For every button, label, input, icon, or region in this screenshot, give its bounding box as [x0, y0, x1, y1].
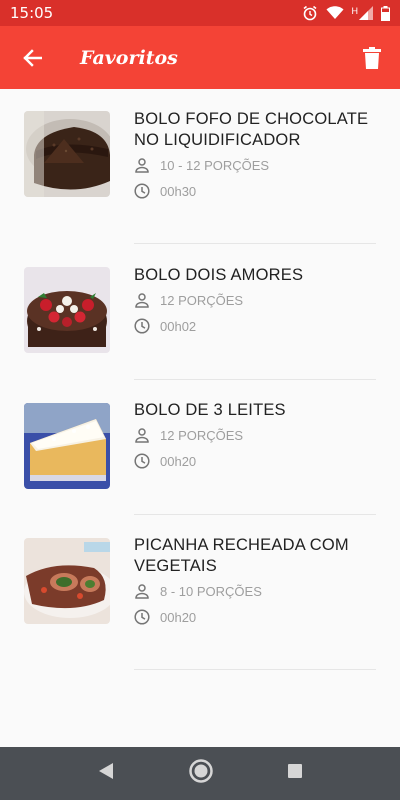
- status-bar: 15:05 H: [0, 0, 400, 26]
- alarm-icon: [303, 5, 316, 21]
- battery-icon: [381, 5, 390, 21]
- delete-button[interactable]: [344, 26, 400, 89]
- servings-text: 12 PORÇÕES: [160, 427, 244, 443]
- triangle-back-icon: [98, 763, 113, 779]
- divider: [134, 243, 376, 244]
- recipe-title: PICANHA RECHEADA COM VEGETAIS: [134, 536, 349, 575]
- signal-icon: [359, 6, 373, 20]
- wifi-icon: [326, 6, 343, 19]
- servings-row: 12 PORÇÕES: [134, 292, 243, 308]
- time-row: 00h30: [134, 183, 196, 199]
- person-icon: [135, 158, 149, 173]
- servings-text: 12 PORÇÕES: [160, 292, 244, 308]
- time-text: 00h20: [160, 609, 197, 625]
- person-icon: [135, 293, 149, 308]
- servings-text: 8 - 10 PORÇÕES: [160, 583, 262, 599]
- recipe-title: BOLO DOIS AMORES: [134, 266, 304, 284]
- time-text: 00h30: [160, 183, 197, 199]
- divider: [134, 379, 376, 380]
- recipe-thumbnail: [24, 111, 110, 197]
- time-row: 00h20: [134, 609, 196, 625]
- servings-row: 10 - 12 PORÇÕES: [134, 157, 269, 173]
- back-button[interactable]: [4, 26, 60, 89]
- recipe-thumbnail: [24, 538, 110, 624]
- status-time: 15:05: [10, 4, 54, 22]
- nav-back-button[interactable]: [97, 762, 115, 785]
- app-bar: Favoritos: [0, 26, 400, 89]
- arrow-left-icon: [23, 48, 42, 67]
- status-icons: H: [302, 5, 390, 21]
- servings-row: 8 - 10 PORÇÕES: [134, 583, 262, 599]
- time-text: 00h02: [160, 318, 197, 334]
- network-type-label: H: [351, 6, 359, 16]
- circle-home-icon: [189, 759, 213, 783]
- servings-row: 12 PORÇÕES: [134, 427, 243, 443]
- divider: [134, 514, 376, 515]
- time-row: 00h20: [134, 453, 196, 469]
- nav-recents-button[interactable]: [287, 763, 303, 784]
- servings-text: 10 - 12 PORÇÕES: [160, 157, 270, 173]
- recipe-thumbnail: [24, 267, 110, 353]
- page-title: Favoritos: [80, 46, 178, 69]
- recipe-title: BOLO DE 3 LEITES: [134, 401, 286, 419]
- clock-icon: [134, 318, 150, 334]
- person-icon: [135, 584, 149, 599]
- trash-icon: [363, 46, 381, 69]
- person-icon: [135, 428, 149, 443]
- time-row: 00h02: [134, 318, 196, 334]
- time-text: 00h20: [160, 453, 197, 469]
- recipe-title: BOLO FOFO DE CHOCOLATE NO LIQUIDIFICADOR: [134, 110, 369, 149]
- clock-icon: [134, 609, 150, 625]
- recipe-thumbnail: [24, 403, 110, 489]
- square-recents-icon: [288, 764, 303, 778]
- cell-signal: H: [351, 6, 373, 20]
- nav-home-button[interactable]: [188, 758, 214, 789]
- clock-icon: [134, 183, 150, 199]
- system-nav-bar: [0, 747, 400, 800]
- clock-icon: [134, 453, 150, 469]
- divider: [134, 669, 376, 670]
